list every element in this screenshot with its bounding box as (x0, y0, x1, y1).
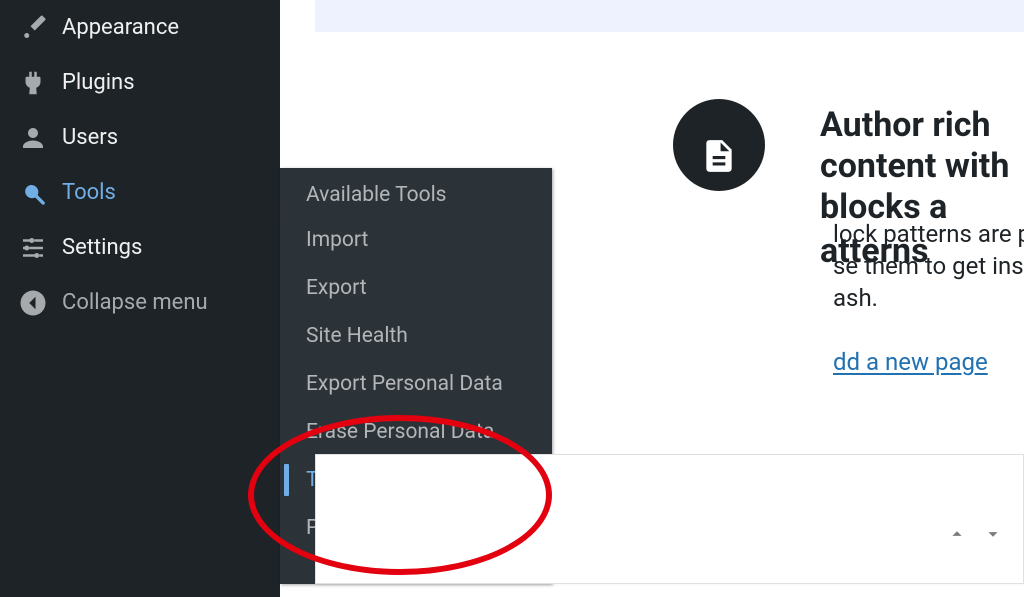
headline-line-1: Author rich content with blocks a (820, 105, 1009, 227)
sidebar-item-label: Appearance (62, 15, 179, 40)
link-label: dd a new page (833, 348, 988, 376)
collapse-icon (18, 288, 48, 318)
collapse-menu-label: Collapse menu (62, 290, 208, 315)
chevron-down-icon[interactable] (982, 523, 1004, 549)
doc-badge (673, 99, 765, 191)
chevron-up-icon[interactable] (946, 523, 968, 549)
welcome-band (315, 0, 1024, 32)
collapse-menu-button[interactable]: Collapse menu (0, 275, 280, 330)
brush-icon (18, 13, 48, 43)
sidebar-item-label: Plugins (62, 70, 135, 95)
body-text-line: lock patterns are pre-configured block l… (833, 220, 1024, 248)
sidebar-item-plugins[interactable]: Plugins (0, 55, 280, 110)
panel-controls (946, 523, 1004, 549)
plug-icon (18, 68, 48, 98)
collapsed-panel[interactable] (315, 454, 1024, 584)
admin-sidebar: Appearance Plugins Users Tools Settings … (0, 0, 280, 597)
wrench-icon (18, 178, 48, 208)
sidebar-item-tools[interactable]: Tools (0, 165, 280, 220)
add-new-page-link[interactable]: dd a new page (833, 348, 988, 376)
sidebar-item-users[interactable]: Users (0, 110, 280, 165)
sidebar-item-settings[interactable]: Settings (0, 220, 280, 275)
sidebar-item-appearance[interactable]: Appearance (0, 0, 280, 55)
sidebar-item-label: Settings (62, 235, 142, 260)
sliders-icon (18, 233, 48, 263)
sidebar-item-label: Tools (62, 180, 116, 205)
body-text-line: ash. (833, 284, 878, 312)
body-text-line: se them to get inspired or create new pa… (833, 252, 1024, 280)
content-area: Author rich content with blocks a attern… (280, 0, 1024, 597)
user-icon (18, 123, 48, 153)
document-icon (700, 131, 738, 191)
sidebar-item-label: Users (62, 125, 118, 150)
